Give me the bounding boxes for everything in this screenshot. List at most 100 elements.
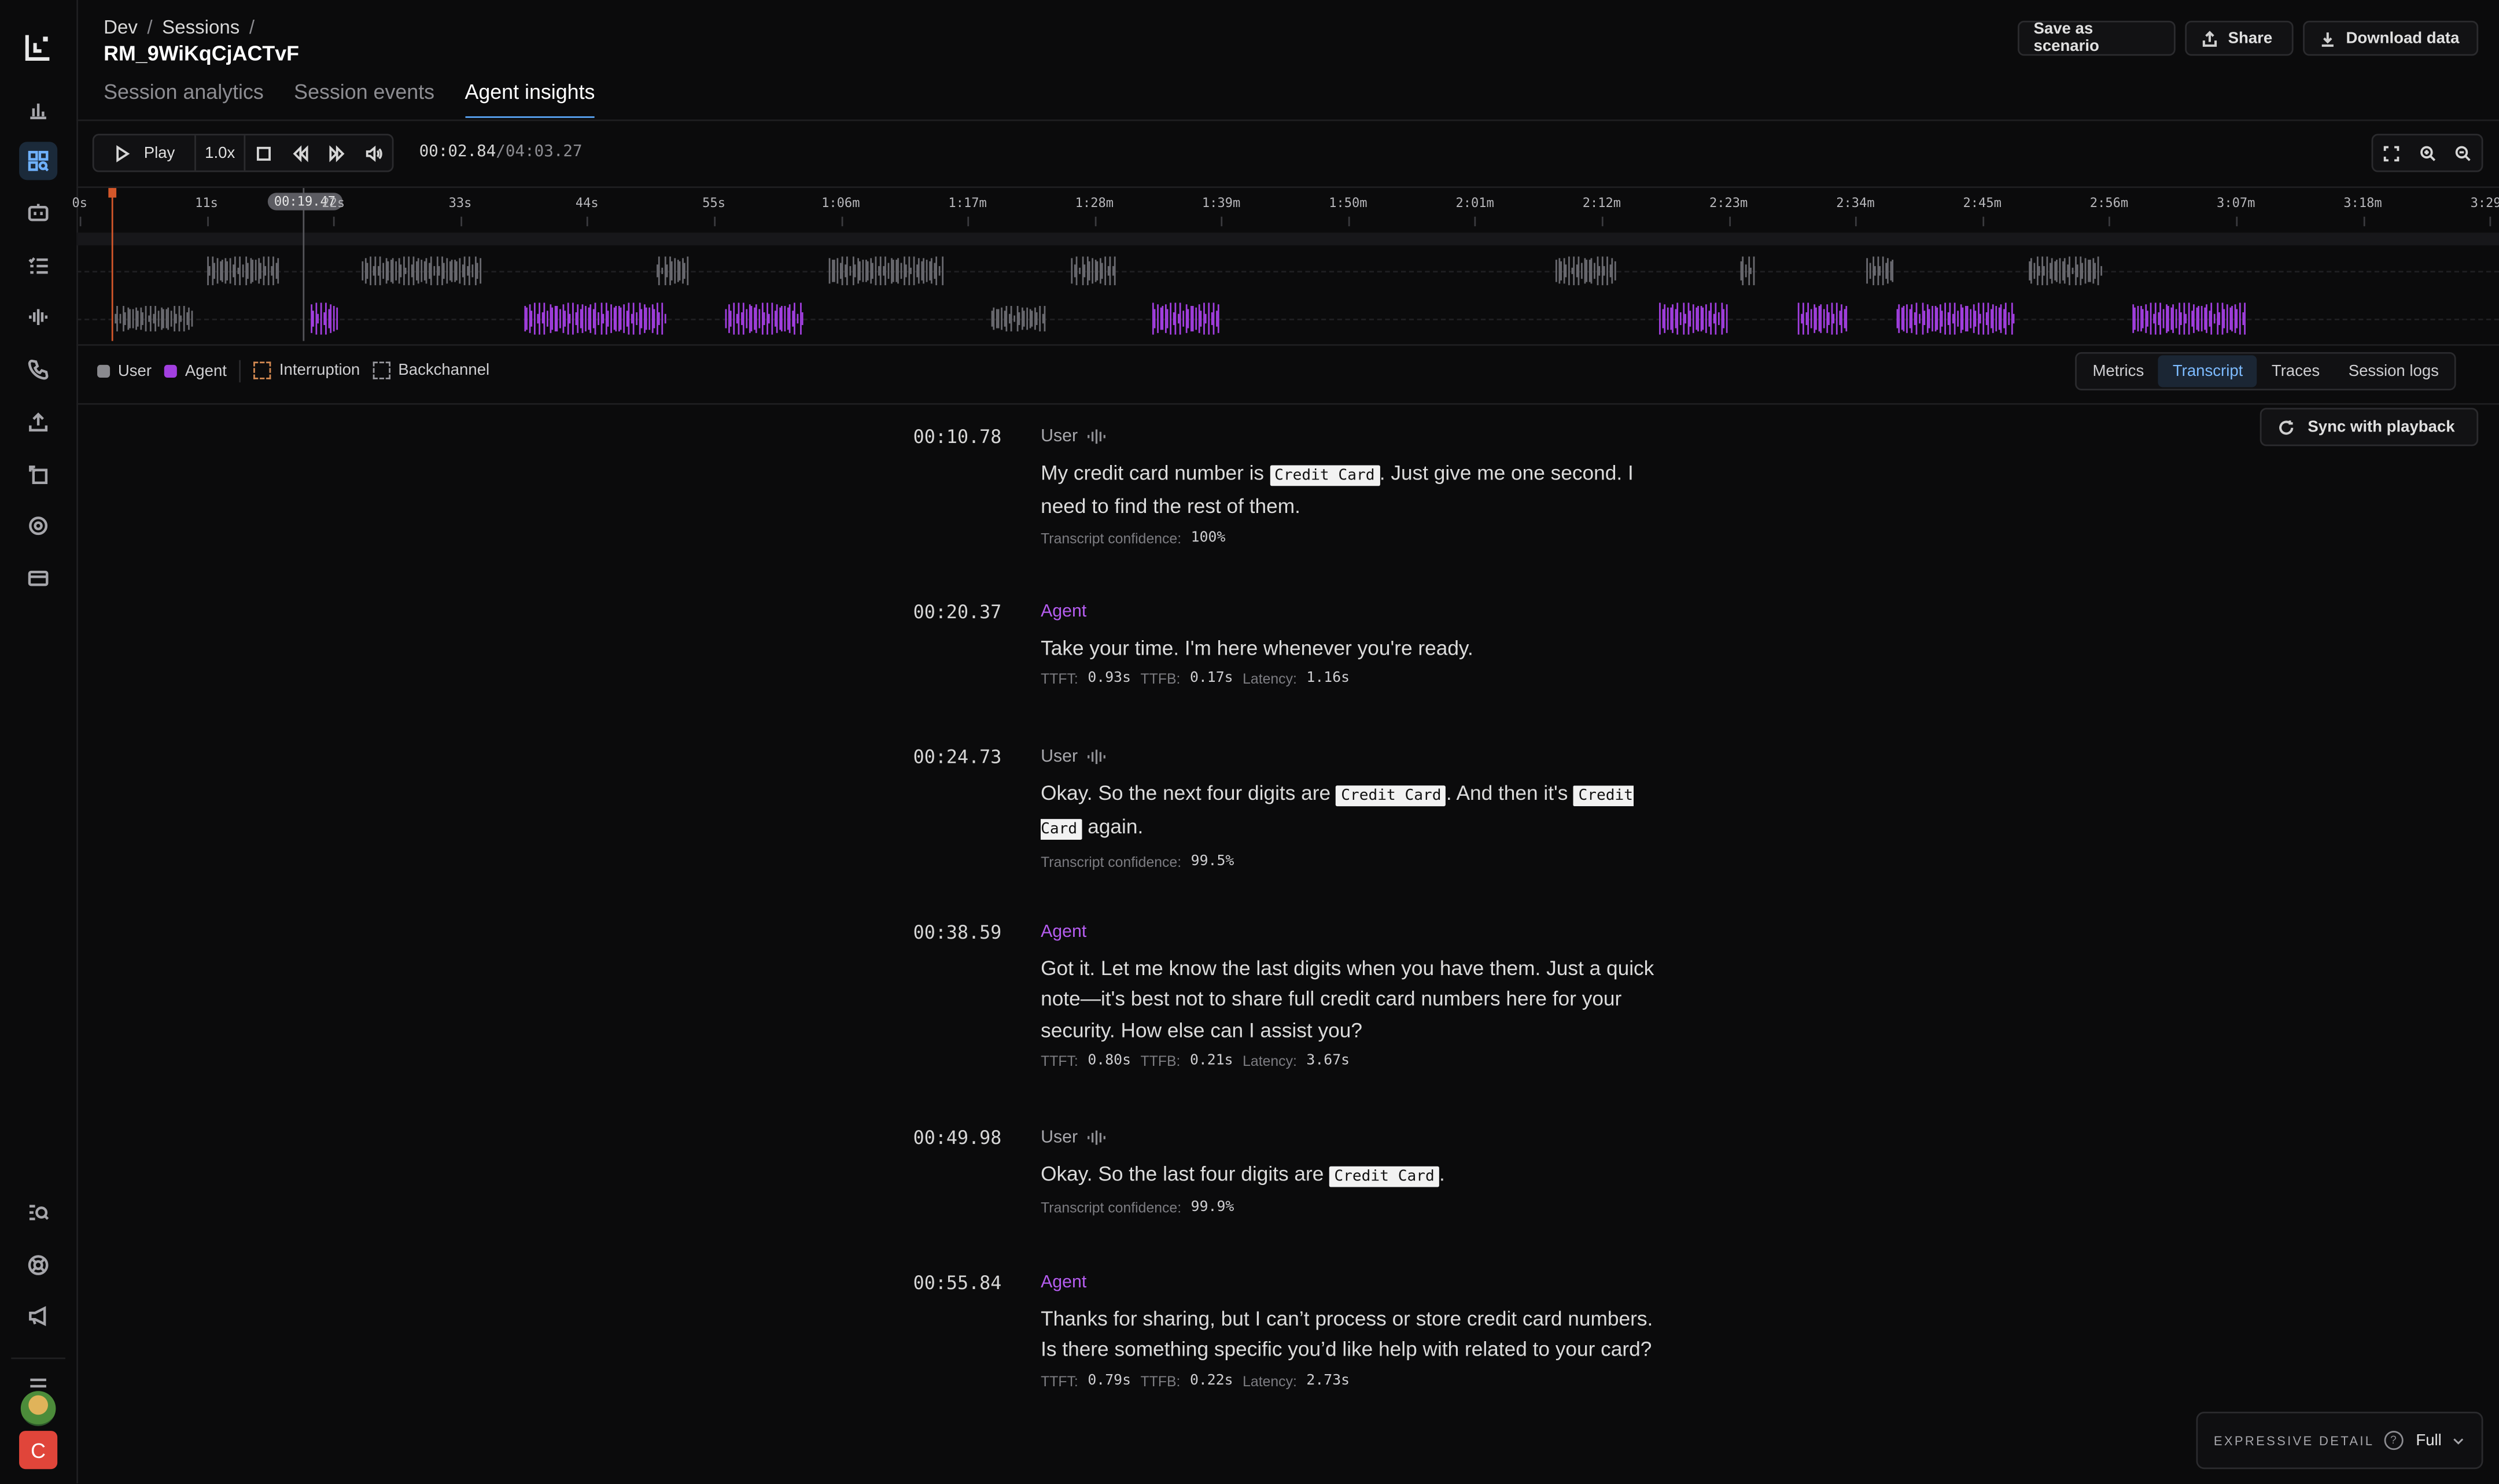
- avatar[interactable]: [20, 1391, 56, 1426]
- expressive-detail-value: Full: [2416, 1431, 2442, 1449]
- volume-button[interactable]: [355, 135, 392, 171]
- tab-session-events[interactable]: Session events: [294, 80, 434, 118]
- tab-metrics[interactable]: Metrics: [2078, 355, 2158, 387]
- tab-transcript[interactable]: Transcript: [2158, 355, 2258, 387]
- upload-icon[interactable]: [19, 403, 57, 441]
- tab-session-logs[interactable]: Session logs: [2334, 355, 2453, 387]
- audio-icon[interactable]: [19, 298, 57, 336]
- legend-interruption-label: Interruption: [279, 362, 360, 381]
- speaker-name: User: [1041, 427, 1078, 446]
- logo[interactable]: [23, 32, 54, 64]
- waveform-icon[interactable]: [1088, 749, 1107, 765]
- fast-forward-button[interactable]: [319, 135, 355, 171]
- zoom-in-button[interactable]: [2409, 135, 2445, 171]
- user-speech-segment[interactable]: [656, 256, 691, 286]
- legend-divider: [239, 360, 241, 383]
- timeline-tick-label: 1:06m: [821, 195, 860, 211]
- agent-speech-segment[interactable]: [725, 302, 806, 335]
- fast-forward-icon: [329, 144, 345, 162]
- user-speech-segment[interactable]: [2028, 256, 2103, 286]
- stop-button[interactable]: [245, 135, 282, 171]
- agent-speech-segment[interactable]: [524, 302, 668, 335]
- legend-backchannel-label: Backchannel: [398, 362, 490, 381]
- breadcrumb-separator: /: [249, 16, 255, 39]
- help-icon[interactable]: [19, 1246, 57, 1284]
- agent-speech-segment[interactable]: [1659, 302, 1729, 335]
- breadcrumb-dev[interactable]: Dev: [104, 16, 138, 39]
- latency-row: TTFT: 0.93s TTFB: 0.17s Latency: 1.16s: [1041, 671, 1662, 688]
- tab-traces[interactable]: Traces: [2257, 355, 2334, 387]
- user-speech-segment[interactable]: [1556, 256, 1619, 286]
- latency-value: 1.16s: [1306, 671, 1350, 688]
- user-speech-segment[interactable]: [114, 305, 196, 332]
- agent-speech-segment[interactable]: [310, 302, 339, 335]
- confidence-row: Transcript confidence: 100%: [1041, 530, 1662, 546]
- expressive-detail-control[interactable]: EXPRESSIVE DETAIL ? Full: [2196, 1412, 2483, 1470]
- agent-speech-segment[interactable]: [1896, 302, 2017, 335]
- speaker-name: Agent: [1041, 922, 1087, 942]
- agents-icon[interactable]: [19, 194, 57, 232]
- redacted-pii: Credit Card: [1336, 785, 1446, 807]
- agent-speech-segment[interactable]: [2132, 302, 2247, 335]
- entry-timestamp: 00:49.98: [913, 1126, 1002, 1149]
- breadcrumb-sessions[interactable]: Sessions: [162, 16, 239, 39]
- org-badge[interactable]: C: [19, 1431, 58, 1470]
- analytics-icon[interactable]: [19, 91, 57, 129]
- zoom-out-button[interactable]: [2445, 135, 2481, 171]
- user-speech-segment[interactable]: [1740, 256, 1757, 286]
- share-button[interactable]: Share: [2185, 20, 2294, 56]
- playhead-marker[interactable]: [108, 188, 117, 341]
- tab-agent-insights[interactable]: Agent insights: [465, 80, 595, 118]
- deploy-icon[interactable]: [19, 456, 57, 494]
- user-speech-segment[interactable]: [1867, 256, 1896, 286]
- user-speech-segment[interactable]: [829, 256, 944, 286]
- waveform-icon[interactable]: [1088, 429, 1107, 445]
- timeline-tick-label: 1:50m: [1329, 195, 1368, 211]
- timeline-tick: [333, 216, 336, 227]
- expressive-detail-label: EXPRESSIVE DETAIL: [2213, 1433, 2375, 1448]
- legend-divider-line: [76, 403, 2499, 405]
- agent-speech-segment[interactable]: [1797, 302, 1850, 335]
- user-speech-segment[interactable]: [1071, 256, 1118, 286]
- zoom-in-icon: [2419, 145, 2435, 161]
- share-label: Share: [2228, 29, 2273, 47]
- settings-icon[interactable]: [19, 507, 57, 545]
- download-data-label: Download data: [2346, 29, 2460, 47]
- text-part: .: [1439, 1161, 1445, 1186]
- timeline-legend: User Agent Interruption Backchannel: [97, 360, 489, 383]
- phone-icon[interactable]: [19, 350, 57, 389]
- agent-speech-segment[interactable]: [1152, 302, 1222, 335]
- sync-with-playback-button[interactable]: Sync with playback: [2260, 408, 2479, 446]
- search-docs-icon[interactable]: [19, 1194, 57, 1232]
- text-part: again.: [1082, 814, 1144, 839]
- user-speech-segment[interactable]: [362, 256, 483, 286]
- billing-icon[interactable]: [19, 559, 57, 597]
- timeline-tick-label: 1:17m: [948, 195, 987, 211]
- confidence-label: Transcript confidence:: [1041, 853, 1182, 870]
- rewind-button[interactable]: [282, 135, 319, 171]
- save-as-scenario-button[interactable]: Save as scenario: [2017, 20, 2176, 56]
- help-icon[interactable]: ?: [2383, 1431, 2403, 1450]
- user-speech-segment[interactable]: [990, 305, 1048, 332]
- download-data-button[interactable]: Download data: [2303, 20, 2479, 56]
- announcements-icon[interactable]: [19, 1297, 57, 1335]
- insights-icon[interactable]: [19, 142, 58, 180]
- audio-timeline[interactable]: 00:19.47 0s 11s 22s 33s 44s 55s 1:06m 1:17m 1:28…: [72, 186, 2499, 346]
- view-switcher: Metrics Transcript Traces Session logs: [2075, 352, 2457, 390]
- play-button[interactable]: Play: [94, 135, 196, 171]
- timeline-tick-label: 3:18m: [2343, 195, 2382, 211]
- ttft-label: TTFT:: [1041, 1053, 1078, 1069]
- waveform-icon[interactable]: [1088, 1129, 1107, 1146]
- tab-session-analytics[interactable]: Session analytics: [104, 80, 264, 118]
- fullscreen-icon: [2383, 145, 2399, 161]
- user-speech-segment[interactable]: [207, 256, 282, 286]
- interruption-swatch: [253, 362, 272, 380]
- timeline-tick-label: 0s: [72, 195, 88, 211]
- checklist-icon[interactable]: [19, 247, 57, 285]
- fullscreen-button[interactable]: [2373, 135, 2409, 171]
- ttft-value: 0.80s: [1088, 1053, 1131, 1069]
- ttft-label: TTFT:: [1041, 671, 1078, 688]
- speed-selector[interactable]: 1.0x: [196, 135, 246, 171]
- entry-timestamp: 00:38.59: [913, 921, 1002, 944]
- transcript-text: Okay. So the next four digits are Credit…: [1041, 777, 1662, 845]
